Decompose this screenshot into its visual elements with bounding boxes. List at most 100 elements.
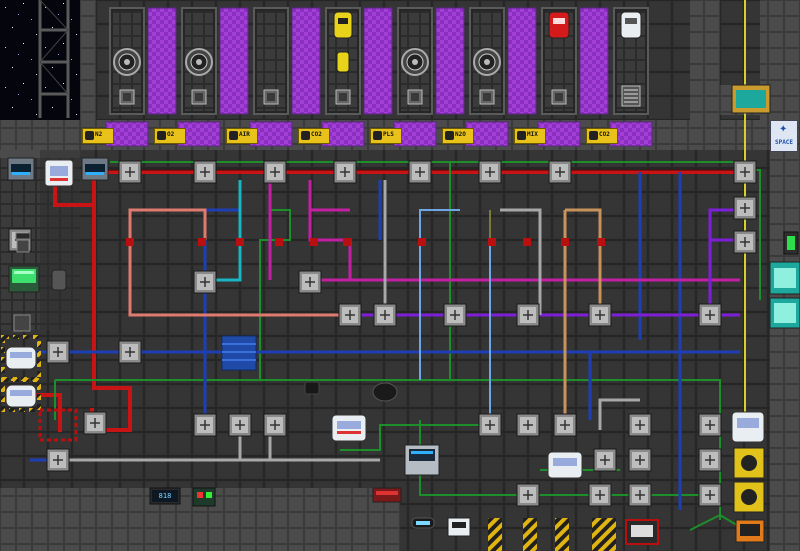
chamber-sign: PLS: [370, 128, 402, 144]
space-warning-sign: ✦ SPACE: [770, 120, 798, 152]
chamber-sign-label: N2O: [455, 131, 466, 138]
pipe-device[interactable]: [408, 160, 432, 184]
pipe-device[interactable]: [298, 270, 322, 294]
pipe-device[interactable]: [588, 303, 612, 327]
pipe-device[interactable]: [698, 483, 722, 507]
pipe-device[interactable]: [593, 448, 617, 472]
pipe-device[interactable]: [193, 160, 217, 184]
hazard-icon: [589, 131, 598, 140]
pipe-device[interactable]: [698, 303, 722, 327]
space-warning-icon: ✦: [779, 124, 788, 135]
pipe-device[interactable]: [548, 160, 572, 184]
light-fixture: [411, 517, 435, 529]
pipe-device[interactable]: [263, 413, 287, 437]
turbine-vent[interactable]: [113, 48, 141, 76]
red-canister[interactable]: [548, 11, 570, 39]
pipe-device[interactable]: [733, 160, 757, 184]
space-sign-label: SPACE: [774, 139, 794, 146]
pipe-device[interactable]: [338, 303, 362, 327]
thermomachine[interactable]: [404, 444, 440, 476]
pipe-device[interactable]: [698, 448, 722, 472]
pipe-device[interactable]: [83, 411, 107, 435]
hazard-icon: [85, 131, 94, 140]
hazard-icon: [517, 131, 526, 140]
chamber-sign: AIR: [226, 128, 258, 144]
air-vent[interactable]: [551, 89, 567, 105]
pipe-device[interactable]: [478, 413, 502, 437]
hazard-icon: [157, 131, 166, 140]
white-canister[interactable]: [620, 11, 642, 39]
pipe-device[interactable]: [588, 483, 612, 507]
pipe-device[interactable]: [373, 303, 397, 327]
air-vent[interactable]: [407, 89, 423, 105]
pipe-device[interactable]: [118, 160, 142, 184]
red-machine[interactable]: [625, 519, 659, 545]
pipe-device[interactable]: [516, 483, 540, 507]
chamber-sign: N2O: [442, 128, 474, 144]
air-canister[interactable]: [331, 414, 367, 442]
hazard-icon: [301, 131, 310, 140]
space-window: [0, 0, 96, 120]
chamber-sign-label: CO2: [311, 131, 322, 138]
pipe-device[interactable]: [46, 340, 70, 364]
pipe-device[interactable]: [628, 483, 652, 507]
wall-airlock[interactable]: [731, 84, 771, 114]
chamber-sign: MIX: [514, 128, 546, 144]
chamber-sign-label: AIR: [239, 131, 250, 138]
air-canister[interactable]: [731, 411, 765, 443]
air-canister[interactable]: [44, 159, 74, 187]
hazard-icon: [229, 131, 238, 140]
air-vent[interactable]: [335, 89, 351, 105]
air-canister[interactable]: [5, 346, 37, 370]
wall-monitor[interactable]: [735, 519, 765, 543]
office-chair[interactable]: [51, 269, 67, 291]
chamber-sign: O2: [154, 128, 186, 144]
pipe-device[interactable]: [478, 160, 502, 184]
heater-unit[interactable]: [81, 157, 109, 181]
console-readout: 818: [158, 492, 172, 500]
pipe-device[interactable]: [193, 413, 217, 437]
atmospherics-room: [0, 0, 800, 551]
pipe-device[interactable]: [733, 230, 757, 254]
blue-vent-grate: [221, 335, 257, 371]
pipe-device[interactable]: [118, 340, 142, 364]
air-vent[interactable]: [191, 89, 207, 105]
chair[interactable]: [13, 314, 31, 332]
pipe-device[interactable]: [333, 160, 357, 184]
pipe-device[interactable]: [46, 448, 70, 472]
chair[interactable]: [15, 232, 31, 253]
east-wall: [770, 150, 800, 551]
grille-vent[interactable]: [621, 85, 641, 107]
air-vent[interactable]: [479, 89, 495, 105]
chamber-sign-label: MIX: [527, 131, 538, 138]
pipe-device[interactable]: [263, 160, 287, 184]
chamber-sign: CO2: [586, 128, 618, 144]
pipe-device[interactable]: [698, 413, 722, 437]
chamber-sign-label: PLS: [383, 131, 394, 138]
pipe-device[interactable]: [228, 413, 252, 437]
pipe-device[interactable]: [553, 413, 577, 437]
air-canister[interactable]: [547, 451, 583, 479]
freezer-unit[interactable]: [7, 157, 35, 181]
pipe-device[interactable]: [733, 196, 757, 220]
pipe-device[interactable]: [516, 413, 540, 437]
air-canister[interactable]: [5, 384, 37, 408]
pipe-device[interactable]: [628, 413, 652, 437]
vending-machine[interactable]: [447, 517, 471, 537]
pipe-device[interactable]: [443, 303, 467, 327]
air-vent[interactable]: [119, 89, 135, 105]
pipe-device[interactable]: [516, 303, 540, 327]
chamber-sign-label: O2: [167, 131, 175, 138]
pipe-device[interactable]: [193, 270, 217, 294]
red-toolbox[interactable]: [372, 487, 402, 503]
chamber-sign-label: CO2: [599, 131, 610, 138]
chamber-sign: CO2: [298, 128, 330, 144]
computer-console[interactable]: [8, 265, 40, 293]
apc-panel[interactable]: [783, 231, 799, 255]
turbine-vent[interactable]: [473, 48, 501, 76]
pipe-device[interactable]: [628, 448, 652, 472]
turbine-vent[interactable]: [185, 48, 213, 76]
air-vent[interactable]: [263, 89, 279, 105]
button-panel[interactable]: [192, 487, 216, 507]
turbine-vent[interactable]: [401, 48, 429, 76]
